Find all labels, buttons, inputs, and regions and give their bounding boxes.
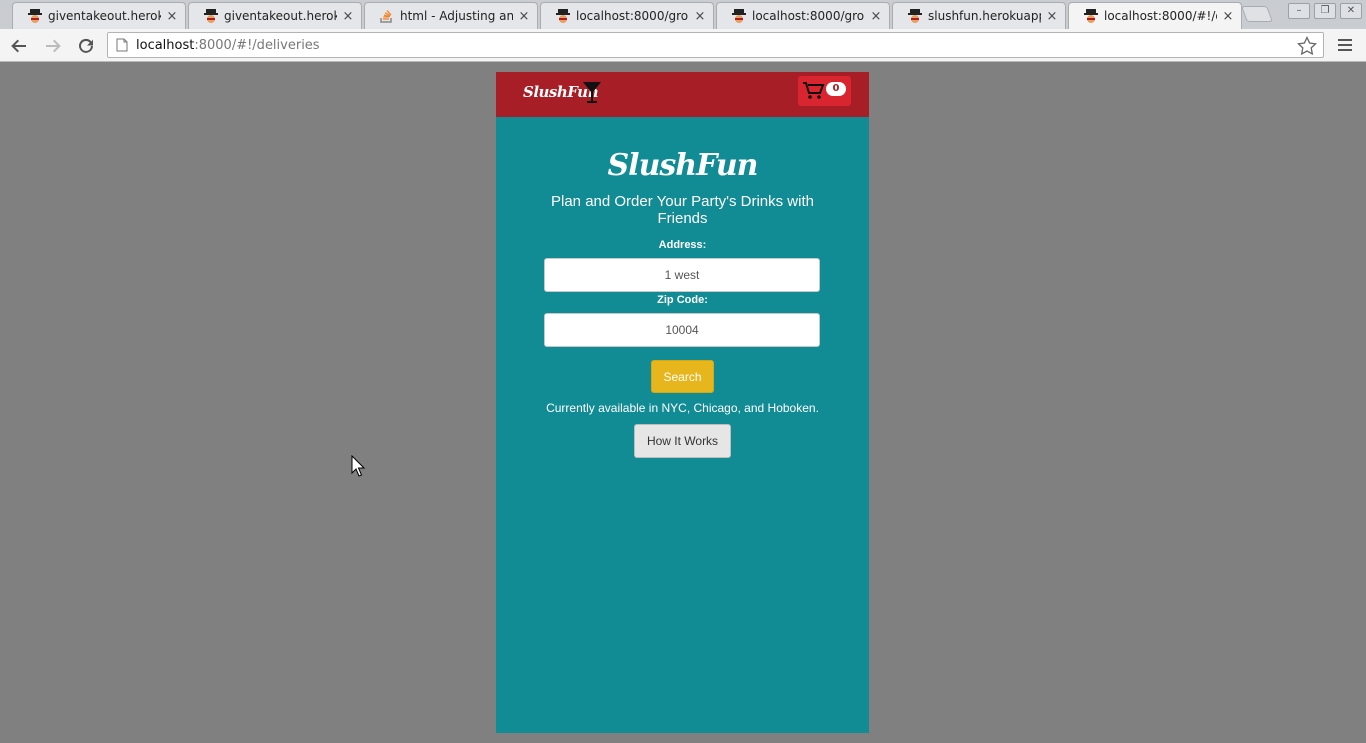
hat-face-icon <box>908 9 922 23</box>
search-button[interactable]: Search <box>651 360 714 393</box>
hat-face-icon <box>732 9 746 23</box>
url-path: :8000/#!/deliveries <box>194 37 320 53</box>
stackoverflow-icon <box>380 10 392 23</box>
browser-tab[interactable]: localhost:8000/group_ × <box>540 2 714 29</box>
tab-title: giventakeout.herokuapp <box>224 9 337 23</box>
hat-face-icon <box>556 9 570 23</box>
new-tab-button[interactable] <box>1241 6 1273 22</box>
availability-text: Currently available in NYC, Chicago, and… <box>546 401 819 415</box>
page-icon <box>116 38 128 52</box>
restore-button[interactable]: ❐ <box>1314 3 1336 19</box>
address-label: Address: <box>658 239 707 251</box>
reload-icon[interactable] <box>73 33 99 59</box>
tab-close-icon[interactable]: × <box>693 9 707 24</box>
tab-title: giventakeout.herokuapp <box>48 9 161 23</box>
tab-close-icon[interactable]: × <box>1045 9 1059 24</box>
how-it-works-button[interactable]: How It Works <box>634 424 731 458</box>
hat-face-icon <box>28 9 42 23</box>
tab-close-icon[interactable]: × <box>517 9 531 24</box>
zip-input[interactable] <box>544 313 820 347</box>
browser-toolbar: localhost:8000/#!/deliveries <box>0 29 1366 62</box>
cart-button[interactable]: 0 <box>798 76 851 106</box>
browser-tab[interactable]: giventakeout.herokuapp × <box>188 2 362 29</box>
minimize-button[interactable]: – <box>1288 3 1310 19</box>
hat-face-icon <box>204 9 218 23</box>
cart-count-badge: 0 <box>826 82 846 96</box>
tab-close-icon[interactable]: × <box>165 9 179 24</box>
tab-title: localhost:8000/#!/deliv <box>1104 9 1217 23</box>
close-window-button[interactable]: ✕ <box>1340 3 1362 19</box>
url-host: localhost <box>136 37 195 53</box>
tab-title: localhost:8000/group_ <box>752 9 865 23</box>
browser-tab[interactable]: giventakeout.herokuapp × <box>12 2 186 29</box>
browser-tab[interactable]: html - Adjusting and im × <box>364 2 538 29</box>
slushfun-app: SlushFun 0 SlushFun Plan and Order Your … <box>496 72 869 733</box>
hero-title: SlushFun <box>607 148 759 183</box>
bookmark-star-icon[interactable] <box>1297 36 1317 56</box>
menu-icon[interactable] <box>1336 36 1354 54</box>
tab-close-icon[interactable]: × <box>1221 9 1235 24</box>
back-icon[interactable] <box>6 33 32 59</box>
martini-glass-icon <box>583 82 601 103</box>
tab-title: html - Adjusting and im <box>400 9 513 23</box>
address-input[interactable] <box>544 258 820 292</box>
tab-title: slushfun.herokuapp.co <box>928 9 1041 23</box>
browser-tab[interactable]: localhost:8000/group_ × <box>716 2 890 29</box>
browser-tab[interactable]: localhost:8000/#!/deliv × <box>1068 2 1242 29</box>
mouse-cursor-icon <box>351 455 365 477</box>
app-navbar: SlushFun 0 <box>496 72 869 117</box>
zip-label: Zip Code: <box>657 294 708 306</box>
tab-close-icon[interactable]: × <box>341 9 355 24</box>
forward-icon[interactable] <box>40 33 66 59</box>
tab-close-icon[interactable]: × <box>869 9 883 24</box>
browser-tab[interactable]: slushfun.herokuapp.co × <box>892 2 1066 29</box>
hat-face-icon <box>1084 9 1098 23</box>
tab-strip: giventakeout.herokuapp×giventakeout.hero… <box>0 0 1366 29</box>
tab-title: localhost:8000/group_ <box>576 9 689 23</box>
address-bar[interactable]: localhost:8000/#!/deliveries <box>107 32 1324 58</box>
cart-icon <box>803 82 825 99</box>
tagline: Plan and Order Your Party's Drinks with … <box>551 193 814 227</box>
